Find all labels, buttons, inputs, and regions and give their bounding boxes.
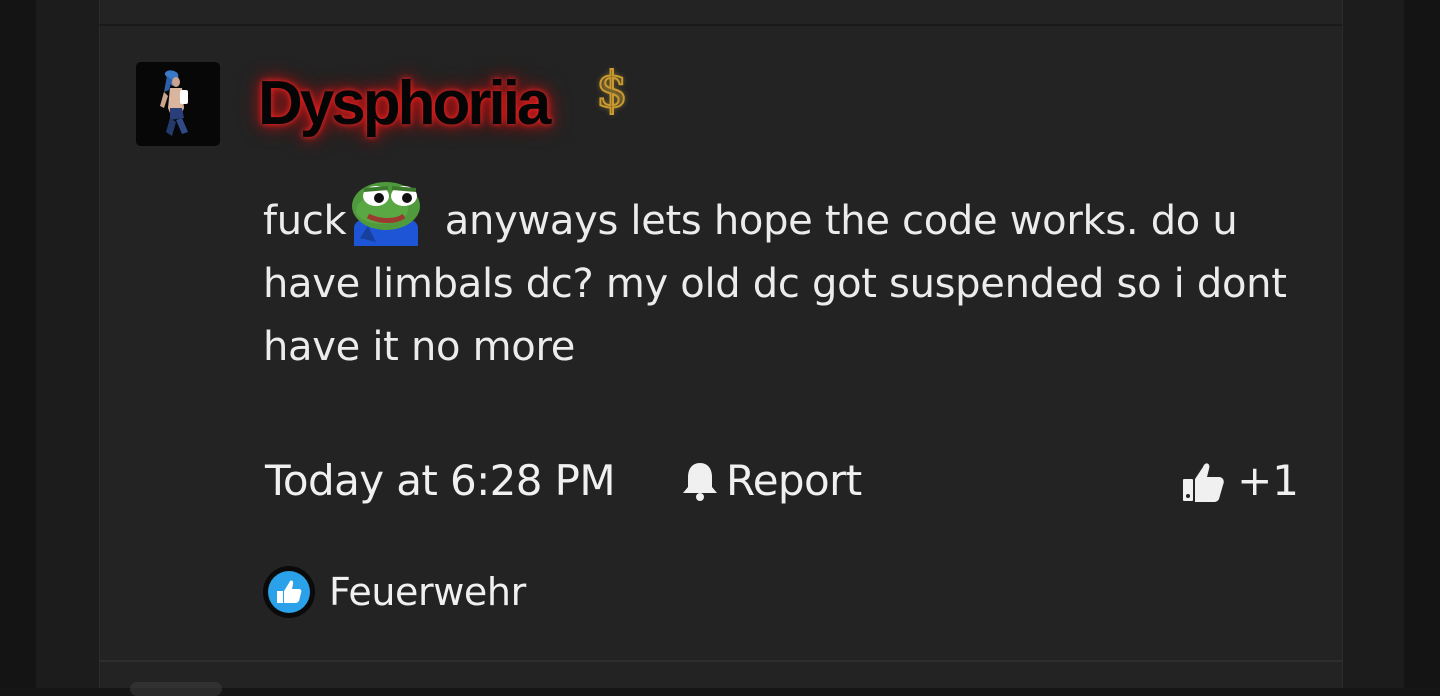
avatar[interactable]	[136, 62, 220, 146]
timestamp[interactable]: Today at 6:28 PM	[265, 456, 616, 505]
like-button[interactable]: +1	[1179, 456, 1299, 505]
like-reaction-icon	[268, 571, 310, 613]
dollar-sign-icon: $	[595, 60, 629, 120]
page-edge-right	[1404, 0, 1440, 688]
username[interactable]: Dysphoriia	[258, 62, 551, 146]
next-post-top	[99, 662, 1343, 688]
report-button[interactable]: Report	[680, 456, 862, 505]
post-meta-row: Today at 6:28 PM Report +1	[265, 450, 1305, 512]
next-post-avatar	[130, 682, 222, 696]
message-text-start: fuck	[263, 198, 347, 244]
report-label: Report	[726, 456, 862, 505]
username-text: Dysphoriia	[258, 69, 551, 138]
avatar-image	[136, 62, 220, 146]
reaction-user-name[interactable]: Feuerwehr	[329, 570, 526, 614]
pepe-frog-emote	[352, 182, 421, 246]
bell-icon	[683, 462, 717, 501]
reaction-badge	[263, 566, 315, 618]
like-count: +1	[1237, 456, 1299, 505]
page-edge-left	[0, 0, 36, 688]
thumbs-up-icon	[1183, 462, 1224, 502]
post-message: fuck anyways lets hope the code works. d…	[263, 176, 1323, 379]
reaction-list[interactable]: Feuerwehr	[263, 566, 526, 618]
previous-post-bottom	[99, 0, 1343, 26]
